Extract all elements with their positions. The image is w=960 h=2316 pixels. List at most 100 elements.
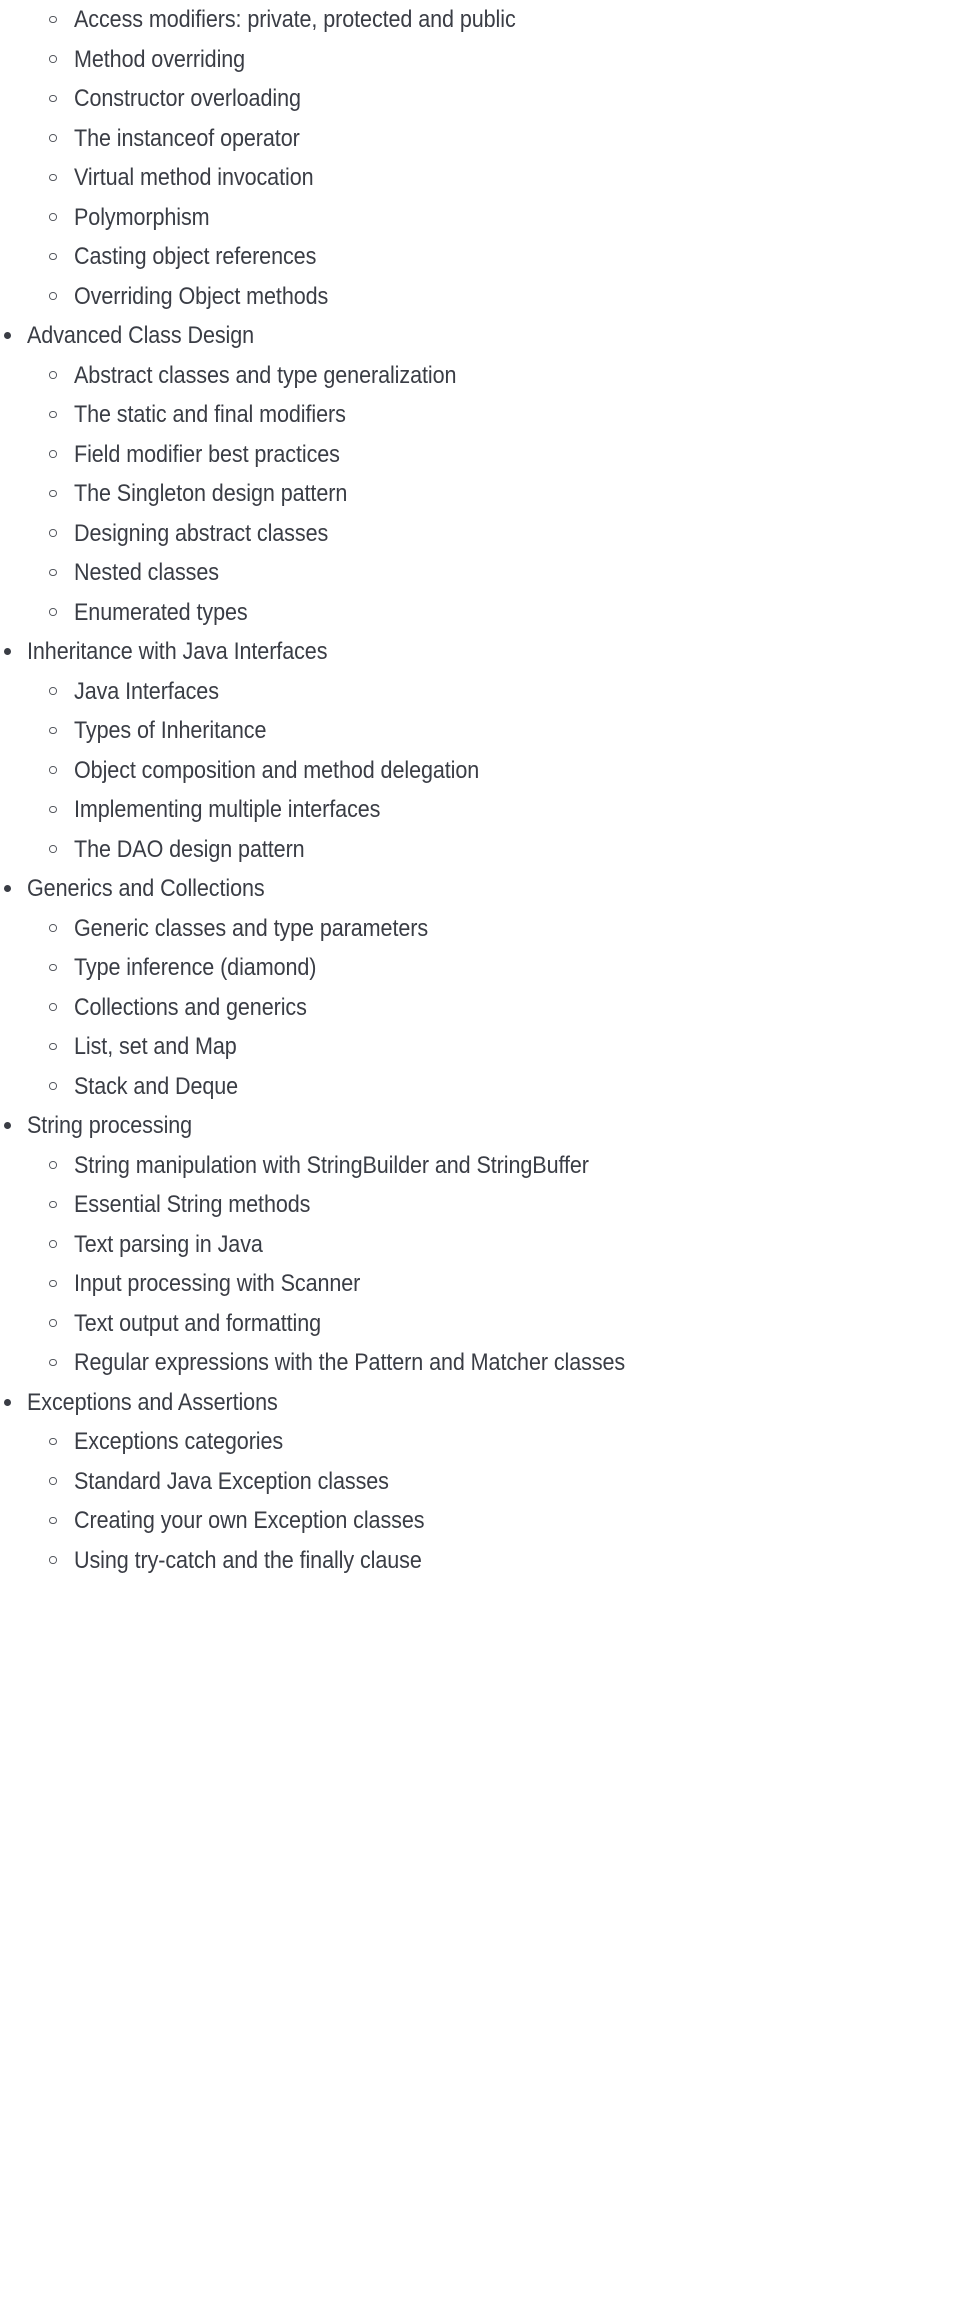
outline-item-label: Essential String methods <box>74 1191 311 1218</box>
outline-subtopic: Text output and formatting <box>0 1304 960 1344</box>
bullet-circle-icon <box>49 593 57 633</box>
bullet-circle-icon <box>49 790 57 830</box>
bullet-circle-icon <box>49 1304 57 1344</box>
bullet-circle-icon <box>49 711 57 751</box>
bullet-circle-icon <box>49 356 57 396</box>
bullet-circle-icon <box>49 1185 57 1225</box>
outline-subtopic: Method overriding <box>0 40 960 80</box>
outline-item-label: Input processing with Scanner <box>74 1270 361 1297</box>
bullet-glyph <box>4 332 11 340</box>
bullet-filled-icon <box>4 632 11 672</box>
outline-item-label: Access modifiers: private, protected and… <box>74 6 516 33</box>
outline-subtopic: Using try-catch and the finally clause <box>0 1541 960 1581</box>
bullet-circle-icon <box>49 1541 57 1581</box>
outline-item-label: Constructor overloading <box>74 85 301 112</box>
bullet-glyph <box>49 94 57 103</box>
outline-subtopic: Collections and generics <box>0 988 960 1028</box>
bullet-glyph <box>49 15 57 24</box>
bullet-circle-icon <box>49 1146 57 1186</box>
outline-item-label: Generic classes and type parameters <box>74 914 429 942</box>
outline-subtopic: Casting object references <box>0 237 960 277</box>
outline-item-label: Using try-catch and the finally clause <box>74 1546 422 1574</box>
bullet-circle-icon <box>49 1343 57 1383</box>
bullet-glyph <box>49 568 57 577</box>
bullet-circle-icon <box>49 40 57 80</box>
bullet-circle-icon <box>49 158 57 198</box>
bullet-circle-icon <box>49 514 57 554</box>
bullet-glyph <box>49 173 57 182</box>
outline-item-label: Polymorphism <box>74 203 210 231</box>
outline-item-label: Abstract classes and type generalization <box>74 361 457 389</box>
bullet-circle-icon <box>49 1422 57 1462</box>
bullet-circle-icon <box>49 435 57 475</box>
bullet-glyph <box>49 1437 57 1446</box>
outline-item-label: Collections and generics <box>74 993 307 1021</box>
outline-item-label: Implementing multiple interfaces <box>74 796 381 823</box>
outline-subtopic: Virtual method invocation <box>0 158 960 198</box>
bullet-circle-icon <box>49 1501 57 1541</box>
outline-subtopic: The Singleton design pattern <box>0 474 960 514</box>
outline-item-label: Exceptions and Assertions <box>27 1388 278 1416</box>
outline-item-label: Stack and Deque <box>74 1072 239 1100</box>
outline-item-label: Inheritance with Java Interfaces <box>27 638 328 665</box>
outline-subtopic: Exceptions categories <box>0 1422 960 1462</box>
bullet-circle-icon <box>49 553 57 593</box>
bullet-filled-icon <box>4 869 11 909</box>
outline-topic: Advanced Class Design <box>0 316 960 356</box>
outline-item-label: Casting object references <box>74 243 317 270</box>
bullet-glyph <box>49 1240 57 1248</box>
outline-subtopic: The instanceof operator <box>0 119 960 159</box>
outline-subtopic: Access modifiers: private, protected and… <box>0 0 960 40</box>
bullet-glyph <box>49 963 57 972</box>
outline-subtopic: Object composition and method delegation <box>0 751 960 791</box>
outline-item-label: Text parsing in Java <box>74 1230 263 1258</box>
bullet-circle-icon <box>49 237 57 277</box>
outline-item-label: The DAO design pattern <box>74 835 305 863</box>
bullet-glyph <box>49 489 57 498</box>
bullet-filled-icon <box>4 1383 11 1423</box>
bullet-glyph <box>49 450 57 458</box>
bullet-glyph <box>49 1082 57 1090</box>
bullet-circle-icon <box>49 672 57 712</box>
outline-item-label: Virtual method invocation <box>74 164 314 191</box>
bullet-circle-icon <box>49 830 57 870</box>
bullet-glyph <box>49 292 57 300</box>
outline-subtopic: Generic classes and type parameters <box>0 909 960 949</box>
bullet-glyph <box>49 1161 57 1169</box>
outline-item-label: Type inference (diamond) <box>74 954 317 981</box>
bullet-circle-icon <box>49 1027 57 1067</box>
bullet-circle-icon <box>49 198 57 238</box>
bullet-glyph <box>4 1122 11 1130</box>
outline-topic: Exceptions and Assertions <box>0 1383 960 1423</box>
bullet-circle-icon <box>49 1462 57 1502</box>
bullet-circle-icon <box>49 948 57 988</box>
outline-item-label: Generics and Collections <box>27 875 265 902</box>
bullet-glyph <box>49 1556 57 1564</box>
outline-item-label: Creating your own Exception classes <box>74 1507 425 1534</box>
bullet-glyph <box>4 648 11 656</box>
bullet-glyph <box>49 1477 57 1485</box>
bullet-glyph <box>49 1003 57 1011</box>
bullet-glyph <box>49 766 57 774</box>
course-outline-list: Access modifiers: private, protected and… <box>0 0 960 1580</box>
outline-subtopic: Implementing multiple interfaces <box>0 790 960 830</box>
bullet-glyph <box>49 845 57 853</box>
outline-item-label: Field modifier best practices <box>74 440 340 468</box>
outline-subtopic: Text parsing in Java <box>0 1225 960 1265</box>
outline-subtopic: Field modifier best practices <box>0 435 960 475</box>
outline-item-label: Method overriding <box>74 45 246 73</box>
bullet-glyph <box>49 1358 57 1367</box>
bullet-glyph <box>49 55 57 63</box>
outline-subtopic: Standard Java Exception classes <box>0 1462 960 1502</box>
outline-item-label: String manipulation with StringBuilder a… <box>74 1151 589 1179</box>
outline-subtopic: Abstract classes and type generalization <box>0 356 960 396</box>
outline-item-label: The Singleton design pattern <box>74 480 348 507</box>
outline-subtopic: Creating your own Exception classes <box>0 1501 960 1541</box>
bullet-glyph <box>49 410 57 419</box>
outline-subtopic: Java Interfaces <box>0 672 960 712</box>
bullet-circle-icon <box>49 79 57 119</box>
bullet-circle-icon <box>49 988 57 1028</box>
outline-item-label: List, set and Map <box>74 1033 237 1060</box>
bullet-circle-icon <box>49 1225 57 1265</box>
outline-subtopic: Designing abstract classes <box>0 514 960 554</box>
